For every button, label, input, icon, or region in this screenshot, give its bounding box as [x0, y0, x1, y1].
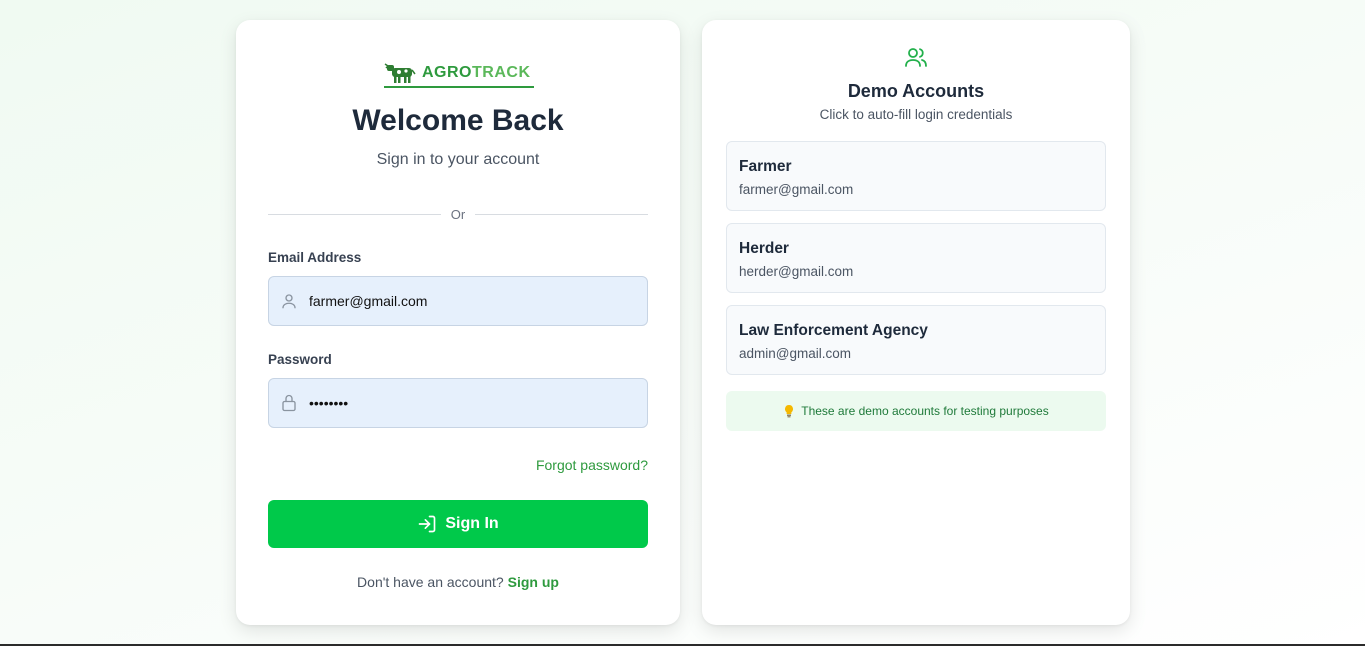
sign-up-link[interactable]: Sign up — [508, 574, 559, 590]
account-email: admin@gmail.com — [739, 346, 851, 361]
login-card: AGROTRACK Welcome Back Sign in to your a… — [236, 20, 680, 625]
divider-line-left — [268, 213, 441, 215]
or-divider: Or — [268, 206, 649, 222]
divider-text: Or — [450, 206, 466, 222]
logo-text: AGROTRACK — [422, 64, 531, 82]
logo-text-track: TRACK — [472, 64, 531, 81]
demo-note-text: These are demo accounts for testing purp… — [801, 404, 1049, 418]
sign-in-button[interactable]: Sign In — [268, 500, 648, 548]
account-name: Farmer — [739, 158, 792, 175]
users-icon — [904, 45, 928, 74]
email-input[interactable] — [309, 293, 629, 309]
email-label: Email Address — [268, 250, 362, 265]
password-input[interactable] — [309, 395, 629, 411]
logo-text-agro: AGRO — [422, 64, 472, 81]
lock-icon — [269, 393, 309, 413]
demo-title: Demo Accounts — [847, 81, 985, 101]
account-email: herder@gmail.com — [739, 264, 854, 279]
account-name: Law Enforcement Agency — [739, 322, 928, 339]
demo-account-herder[interactable]: Herder herder@gmail.com — [726, 223, 1106, 293]
account-name: Herder — [739, 240, 789, 257]
demo-subtitle: Click to auto-fill login credentials — [819, 107, 1013, 122]
password-label: Password — [268, 352, 332, 367]
signup-prompt: Don't have an account? — [357, 574, 504, 590]
user-icon — [269, 292, 309, 310]
demo-accounts-card: Demo Accounts Click to auto-fill login c… — [702, 20, 1130, 625]
page-subtitle: Sign in to your account — [376, 151, 540, 168]
login-icon — [418, 515, 436, 533]
sign-in-label: Sign In — [445, 515, 499, 532]
password-field[interactable] — [268, 378, 648, 428]
email-field[interactable] — [268, 276, 648, 326]
cow-icon — [384, 63, 416, 83]
demo-note: These are demo accounts for testing purp… — [726, 391, 1106, 431]
divider-line-right — [475, 213, 649, 215]
lightbulb-icon — [785, 405, 794, 418]
page-title: Welcome Back — [352, 104, 564, 137]
signup-row: Don't have an account? Sign up — [236, 574, 680, 590]
agrotrack-logo: AGROTRACK — [384, 60, 534, 88]
demo-account-farmer[interactable]: Farmer farmer@gmail.com — [726, 141, 1106, 211]
forgot-password-link[interactable]: Forgot password? — [536, 457, 648, 473]
demo-account-law-enforcement[interactable]: Law Enforcement Agency admin@gmail.com — [726, 305, 1106, 375]
account-email: farmer@gmail.com — [739, 182, 854, 197]
